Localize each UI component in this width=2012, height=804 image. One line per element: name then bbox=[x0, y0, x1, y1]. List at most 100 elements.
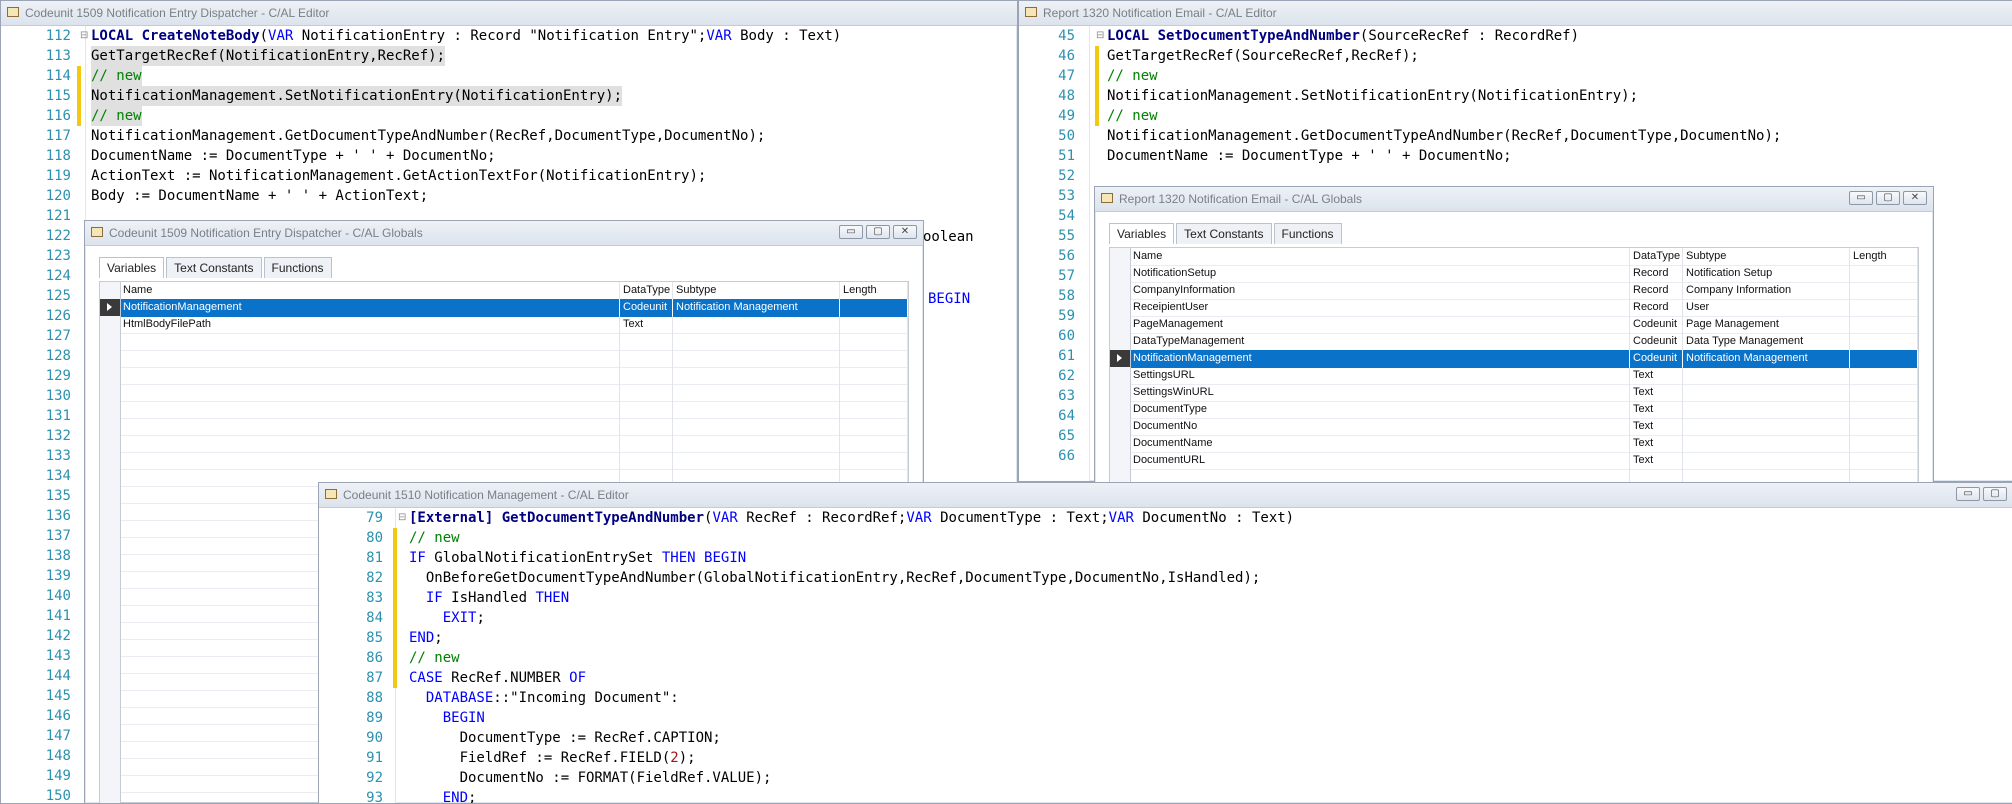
table-cell-type[interactable]: Record bbox=[1630, 299, 1683, 316]
column-header[interactable]: DataType bbox=[1630, 248, 1683, 265]
row-selector[interactable] bbox=[100, 469, 121, 486]
row-selector[interactable] bbox=[100, 775, 121, 792]
table-cell-type[interactable]: Text bbox=[1630, 367, 1683, 384]
variables-grid[interactable]: Name DataType Subtype Length NotificationSet… bbox=[1109, 247, 1919, 487]
row-selector[interactable] bbox=[100, 656, 121, 673]
table-row[interactable] bbox=[100, 435, 908, 453]
row-selector[interactable] bbox=[1110, 384, 1131, 401]
table-cell-name[interactable] bbox=[120, 452, 620, 469]
table-cell-length[interactable] bbox=[1850, 367, 1918, 384]
window-title-bar[interactable]: Report 1320 Notification Email - C/AL Gl… bbox=[1095, 187, 1933, 212]
code-line[interactable]: 118 DocumentName := DocumentType + ' ' + … bbox=[1, 146, 1017, 166]
table-row[interactable]: HtmlBodyFilePath Text bbox=[100, 316, 908, 334]
table-cell-subtype[interactable] bbox=[673, 418, 840, 435]
table-cell-type[interactable]: Codeunit bbox=[1630, 316, 1683, 333]
table-cell-length[interactable] bbox=[1850, 350, 1918, 367]
row-selector[interactable] bbox=[1110, 418, 1131, 435]
table-cell-name[interactable]: SettingsURL bbox=[1130, 367, 1630, 384]
table-cell-subtype[interactable] bbox=[1683, 367, 1850, 384]
row-selector[interactable] bbox=[1110, 435, 1131, 452]
table-cell-type[interactable] bbox=[620, 367, 673, 384]
code-line[interactable]: 82 OnBeforeGetDocumentTypeAndNumber(Glob… bbox=[319, 568, 2012, 588]
table-cell-name[interactable]: DataTypeManagement bbox=[1130, 333, 1630, 350]
window-title-bar[interactable]: Codeunit 1510 Notification Management - … bbox=[319, 483, 2012, 508]
row-selector[interactable] bbox=[100, 639, 121, 656]
table-cell-type[interactable] bbox=[620, 333, 673, 350]
table-cell-subtype[interactable] bbox=[673, 435, 840, 452]
row-selector[interactable] bbox=[1110, 367, 1131, 384]
code-area[interactable]: 79 ⊟ [External] GetDocumentTypeAndNumber(V… bbox=[319, 508, 2012, 803]
table-cell-name[interactable] bbox=[120, 384, 620, 401]
row-selector[interactable] bbox=[100, 605, 121, 622]
code-line[interactable]: 45 ⊟ LOCAL SetDocumentTypeAndNumber(Source… bbox=[1019, 26, 2012, 46]
table-cell-type[interactable]: Text bbox=[620, 316, 673, 333]
table-cell-subtype[interactable] bbox=[1683, 435, 1850, 452]
row-selector[interactable] bbox=[1110, 316, 1131, 333]
code-line[interactable]: 79 ⊟ [External] GetDocumentTypeAndNumber(V… bbox=[319, 508, 2012, 528]
tab-text-constants[interactable]: Text Constants bbox=[1176, 223, 1272, 244]
tab-variables[interactable]: Variables bbox=[1109, 223, 1175, 244]
table-row[interactable]: SettingsWinURL Text bbox=[1110, 384, 1918, 402]
table-cell-name[interactable]: PageManagement bbox=[1130, 316, 1630, 333]
code-line[interactable]: 51 DocumentName := DocumentType + ' ' + D… bbox=[1019, 146, 2012, 166]
table-cell-name[interactable] bbox=[120, 401, 620, 418]
row-selector[interactable] bbox=[100, 503, 121, 520]
table-cell-type[interactable] bbox=[620, 350, 673, 367]
row-selector[interactable] bbox=[100, 367, 121, 384]
row-selector[interactable] bbox=[100, 384, 121, 401]
table-cell-name[interactable]: NotificationManagement bbox=[120, 299, 620, 316]
row-selector[interactable] bbox=[1110, 265, 1131, 282]
row-selector[interactable] bbox=[100, 622, 121, 639]
table-cell-type[interactable]: Codeunit bbox=[1630, 350, 1683, 367]
table-cell-length[interactable] bbox=[1850, 299, 1918, 316]
table-cell-length[interactable] bbox=[840, 316, 908, 333]
row-selector[interactable] bbox=[100, 758, 121, 775]
code-line[interactable]: 49 // new bbox=[1019, 106, 2012, 126]
window-title-bar[interactable]: Codeunit 1509 Notification Entry Dispatc… bbox=[1, 1, 1017, 26]
fold-toggle-icon[interactable]: ⊟ bbox=[398, 508, 406, 528]
table-cell-type[interactable]: Record bbox=[1630, 282, 1683, 299]
table-cell-type[interactable] bbox=[620, 452, 673, 469]
table-cell-type[interactable]: Codeunit bbox=[620, 299, 673, 316]
table-row[interactable]: ReceipientUser Record User bbox=[1110, 299, 1918, 317]
table-cell-length[interactable] bbox=[1850, 452, 1918, 469]
column-header[interactable]: DataType bbox=[620, 282, 673, 299]
code-line[interactable]: 90 DocumentType := RecRef.CAPTION; bbox=[319, 728, 2012, 748]
table-cell-name[interactable]: DocumentNo bbox=[1130, 418, 1630, 435]
code-line[interactable]: 86 // new bbox=[319, 648, 2012, 668]
table-cell-subtype[interactable] bbox=[673, 333, 840, 350]
table-cell-name[interactable]: ReceipientUser bbox=[1130, 299, 1630, 316]
table-cell-length[interactable] bbox=[840, 367, 908, 384]
row-selector[interactable] bbox=[1110, 282, 1131, 299]
code-line[interactable]: 87 CASE RecRef.NUMBER OF bbox=[319, 668, 2012, 688]
code-line[interactable]: 50 NotificationManagement.GetDocumentType… bbox=[1019, 126, 2012, 146]
code-line[interactable]: 80 // new bbox=[319, 528, 2012, 548]
column-header[interactable]: Subtype bbox=[673, 282, 840, 299]
table-cell-subtype[interactable] bbox=[673, 452, 840, 469]
maximize-icon[interactable]: ▢ bbox=[1983, 487, 2007, 501]
tab-functions[interactable]: Functions bbox=[1273, 223, 1342, 244]
row-selector[interactable] bbox=[100, 316, 121, 333]
row-selector[interactable] bbox=[100, 707, 121, 724]
table-cell-name[interactable]: SettingsWinURL bbox=[1130, 384, 1630, 401]
table-cell-name[interactable] bbox=[120, 333, 620, 350]
table-cell-length[interactable] bbox=[840, 418, 908, 435]
column-header[interactable]: Length bbox=[840, 282, 908, 299]
code-line[interactable]: 47 // new bbox=[1019, 66, 2012, 86]
code-line[interactable]: 114 // new bbox=[1, 66, 1017, 86]
code-line[interactable]: 46 GetTargetRecRef(SourceRecRef,RecRef); bbox=[1019, 46, 2012, 66]
table-cell-subtype[interactable] bbox=[673, 350, 840, 367]
table-cell-subtype[interactable] bbox=[673, 401, 840, 418]
table-row[interactable] bbox=[100, 452, 908, 470]
row-selector[interactable] bbox=[100, 724, 121, 741]
table-cell-subtype[interactable] bbox=[673, 384, 840, 401]
table-cell-name[interactable]: DocumentType bbox=[1130, 401, 1630, 418]
row-selector[interactable] bbox=[100, 554, 121, 571]
tab-functions[interactable]: Functions bbox=[263, 257, 332, 278]
table-cell-subtype[interactable]: User bbox=[1683, 299, 1850, 316]
maximize-icon[interactable]: ▢ bbox=[866, 225, 890, 239]
code-line[interactable]: 119 ActionText := NotificationManagement.… bbox=[1, 166, 1017, 186]
row-selector[interactable] bbox=[100, 571, 121, 588]
table-cell-length[interactable] bbox=[840, 299, 908, 316]
minimize-icon[interactable]: ▭ bbox=[1956, 487, 1980, 501]
